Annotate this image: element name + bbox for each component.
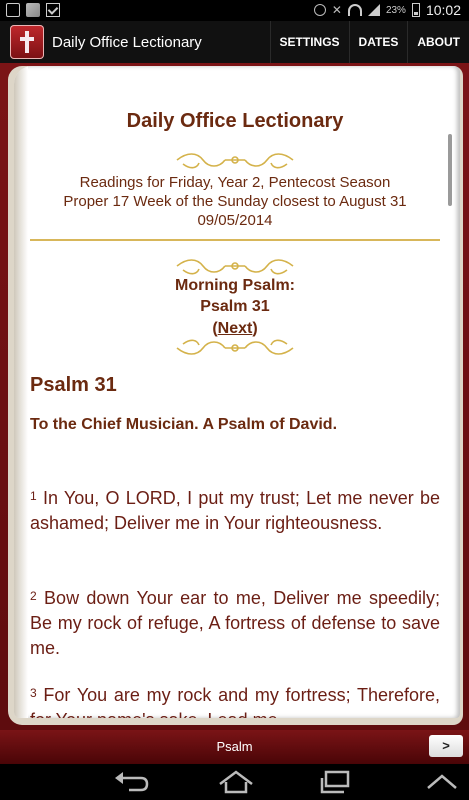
scrollbar[interactable] — [448, 134, 452, 206]
ornament-flourish-icon — [176, 259, 294, 275]
reading-date: 09/05/2014 — [197, 212, 273, 229]
gps-icon — [313, 4, 326, 16]
home-icon[interactable] — [216, 770, 256, 794]
download-complete-icon — [46, 3, 60, 17]
app-title: Daily Office Lectionary — [52, 33, 202, 51]
next-link[interactable]: Next — [218, 320, 253, 337]
status-bar: ✕ 23% 10:02 — [0, 0, 469, 21]
morning-psalm-label: Morning Psalm: — [174, 277, 295, 294]
verse-text: In You, O LORD, I put my trust; Let me n… — [30, 488, 440, 533]
system-icons: ✕ 23% 10:02 — [313, 2, 461, 18]
verse-number: 3 — [30, 686, 37, 700]
ornament-flourish-icon — [176, 153, 294, 169]
psalm-heading: Psalm 31 — [30, 374, 117, 396]
no-sim-icon: ✕ — [331, 3, 342, 17]
paren-close: ) — [252, 320, 258, 337]
next-section-button[interactable]: > — [429, 735, 463, 757]
message-notification-icon — [6, 3, 20, 17]
notification-icons — [6, 3, 60, 17]
verse-text: Bow down Your ear to me, Deliver me spee… — [30, 588, 440, 658]
readings-line-1: Readings for Friday, Year 2, Pentecost S… — [79, 174, 391, 191]
reading-page[interactable]: Daily Office Lectionary Readings for Fri… — [14, 66, 460, 718]
clock: 10:02 — [425, 2, 461, 18]
image-notification-icon — [26, 3, 40, 17]
action-menu: SETTINGS DATES ABOUT — [269, 21, 469, 63]
app-cross-icon[interactable] — [10, 25, 44, 59]
hide-keyboard-icon[interactable] — [422, 770, 462, 794]
battery-icon — [411, 3, 420, 17]
signal-icon — [367, 4, 380, 16]
section-label: Psalm — [216, 739, 253, 754]
page-title: Daily Office Lectionary — [126, 110, 344, 132]
verse: 1 In You, O LORD, I put my trust; Let me… — [30, 486, 440, 536]
verse: 3 For You are my rock and my fortress; T… — [30, 683, 440, 718]
recent-apps-icon[interactable] — [318, 770, 358, 794]
verse-number: 2 — [30, 589, 37, 603]
back-icon[interactable] — [111, 770, 151, 794]
ornament-flourish-icon — [176, 339, 294, 355]
bottom-bar: Psalm > — [0, 730, 469, 764]
readings-line-2: Proper 17 Week of the Sunday closest to … — [63, 193, 407, 210]
verse-text: For You are my rock and my fortress; The… — [30, 685, 440, 718]
battery-percent: 23% — [385, 4, 406, 16]
verse-number: 1 — [30, 489, 37, 503]
action-bar: Daily Office Lectionary SETTINGS DATES A… — [0, 21, 469, 63]
system-nav-bar — [0, 764, 469, 800]
verse: 2 Bow down Your ear to me, Deliver me sp… — [30, 586, 440, 661]
next-link-line: (Next) — [30, 318, 440, 339]
dates-button[interactable]: DATES — [348, 21, 408, 63]
settings-button[interactable]: SETTINGS — [269, 21, 349, 63]
psalm-reference: Psalm 31 — [200, 298, 270, 315]
wifi-icon — [347, 4, 362, 16]
about-button[interactable]: ABOUT — [407, 21, 469, 63]
psalm-subtitle: To the Chief Musician. A Psalm of David. — [30, 416, 338, 433]
divider — [30, 239, 440, 241]
